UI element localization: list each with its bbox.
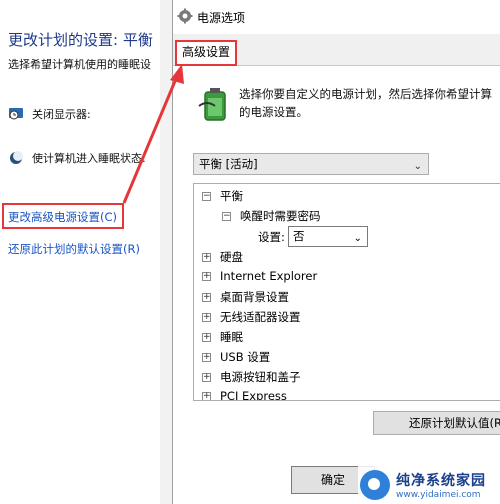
tree-node[interactable]: + PCI Express xyxy=(202,389,287,401)
sleep-row: 使计算机进入睡眠状态: xyxy=(8,150,146,166)
setting-select[interactable]: 否 ⌄ xyxy=(288,226,368,247)
dialog-intro: 选择你要自定义的电源计划，然后选择你希望计算 的电源设置。 xyxy=(239,85,500,121)
restore-plan-defaults-button[interactable]: 还原计划默认值(R xyxy=(373,411,500,435)
advanced-settings-link[interactable]: 更改高级电源设置(C) xyxy=(8,209,117,225)
tree-node-label: Internet Explorer xyxy=(220,269,318,283)
display-off-row: 关闭显示器: xyxy=(8,106,91,122)
dialog-title: 电源选项 xyxy=(197,11,246,25)
setting-select-value: 否 xyxy=(293,229,305,243)
expand-icon[interactable]: + xyxy=(202,352,211,362)
intro-line-2: 的电源设置。 xyxy=(239,105,308,119)
tree-node-label: 桌面背景设置 xyxy=(220,290,289,304)
tab-advanced-settings[interactable]: 高级设置 xyxy=(175,40,237,66)
tree-node-password[interactable]: − 唤醒时需要密码 xyxy=(222,208,321,224)
tree-node-label: 无线适配器设置 xyxy=(220,310,301,324)
tree-node[interactable]: + 睡眠 xyxy=(202,329,243,345)
watermark: 纯净系统家园 www.yidaimei.com xyxy=(358,466,500,504)
dialog-titlebar: 电源选项 xyxy=(173,0,500,34)
expand-icon[interactable]: + xyxy=(202,372,211,382)
tree-node[interactable]: + USB 设置 xyxy=(202,349,270,365)
tree-node-root[interactable]: − 平衡 xyxy=(202,188,243,204)
window-gap xyxy=(160,0,172,504)
chevron-down-icon: ⌄ xyxy=(413,161,422,172)
power-options-dialog: 电源选项 高级设置 选择你要自定义的电源计划，然后选择你希望计算 的电源设置。 … xyxy=(172,0,500,504)
expand-icon[interactable]: + xyxy=(202,332,211,342)
tree-node-label: 睡眠 xyxy=(220,330,243,344)
tree-node[interactable]: + 无线适配器设置 xyxy=(202,309,301,325)
tree-node-label: 电源按钮和盖子 xyxy=(220,370,301,384)
watermark-logo-icon xyxy=(360,470,390,500)
intro-line-1: 选择你要自定义的电源计划，然后选择你希望计算 xyxy=(239,87,492,101)
tree-node[interactable]: + Internet Explorer xyxy=(202,269,317,283)
settings-tree[interactable]: − 平衡 − 唤醒时需要密码 设置: 否 ⌄ + 硬盘 + Internet E… xyxy=(193,183,500,401)
tree-node[interactable]: + 硬盘 xyxy=(202,249,243,265)
page-title: 更改计划的设置: 平衡 xyxy=(8,31,153,49)
collapse-icon[interactable]: − xyxy=(202,191,211,201)
restore-defaults-link[interactable]: 还原此计划的默认设置(R) xyxy=(8,241,140,257)
expand-icon[interactable]: + xyxy=(202,312,211,322)
tree-node[interactable]: + 电源按钮和盖子 xyxy=(202,369,301,385)
tree-node-label: PCI Express xyxy=(220,389,287,401)
watermark-name: 纯净系统家园 xyxy=(396,473,486,489)
battery-plug-icon xyxy=(198,88,226,121)
plan-select[interactable]: 平衡 [活动] ⌄ xyxy=(193,153,429,175)
tree-node-label: USB 设置 xyxy=(220,350,271,364)
monitor-clock-icon xyxy=(9,108,23,120)
display-off-label: 关闭显示器: xyxy=(32,108,91,121)
setting-label: 设置: xyxy=(258,230,285,244)
tree-node-label: 硬盘 xyxy=(220,250,243,264)
watermark-url: www.yidaimei.com xyxy=(396,490,481,500)
collapse-icon[interactable]: − xyxy=(222,211,231,221)
expand-icon[interactable]: + xyxy=(202,271,211,281)
expand-icon[interactable]: + xyxy=(202,391,211,400)
tree-node-label: 平衡 xyxy=(220,189,243,203)
plan-select-value: 平衡 [活动] xyxy=(199,157,258,171)
power-options-icon xyxy=(177,8,193,24)
page-description: 选择希望计算机使用的睡眠设 xyxy=(8,58,151,71)
tree-node-label: 唤醒时需要密码 xyxy=(240,209,321,223)
expand-icon[interactable]: + xyxy=(202,252,211,262)
chevron-down-icon: ⌄ xyxy=(353,233,362,244)
tree-node[interactable]: + 桌面背景设置 xyxy=(202,289,289,305)
sleep-label: 使计算机进入睡眠状态: xyxy=(32,152,146,165)
control-panel-background: 更改计划的设置: 平衡 选择希望计算机使用的睡眠设 关闭显示器: 使计算机进入睡… xyxy=(0,0,168,504)
expand-icon[interactable]: + xyxy=(202,292,211,302)
moon-icon xyxy=(10,151,23,164)
